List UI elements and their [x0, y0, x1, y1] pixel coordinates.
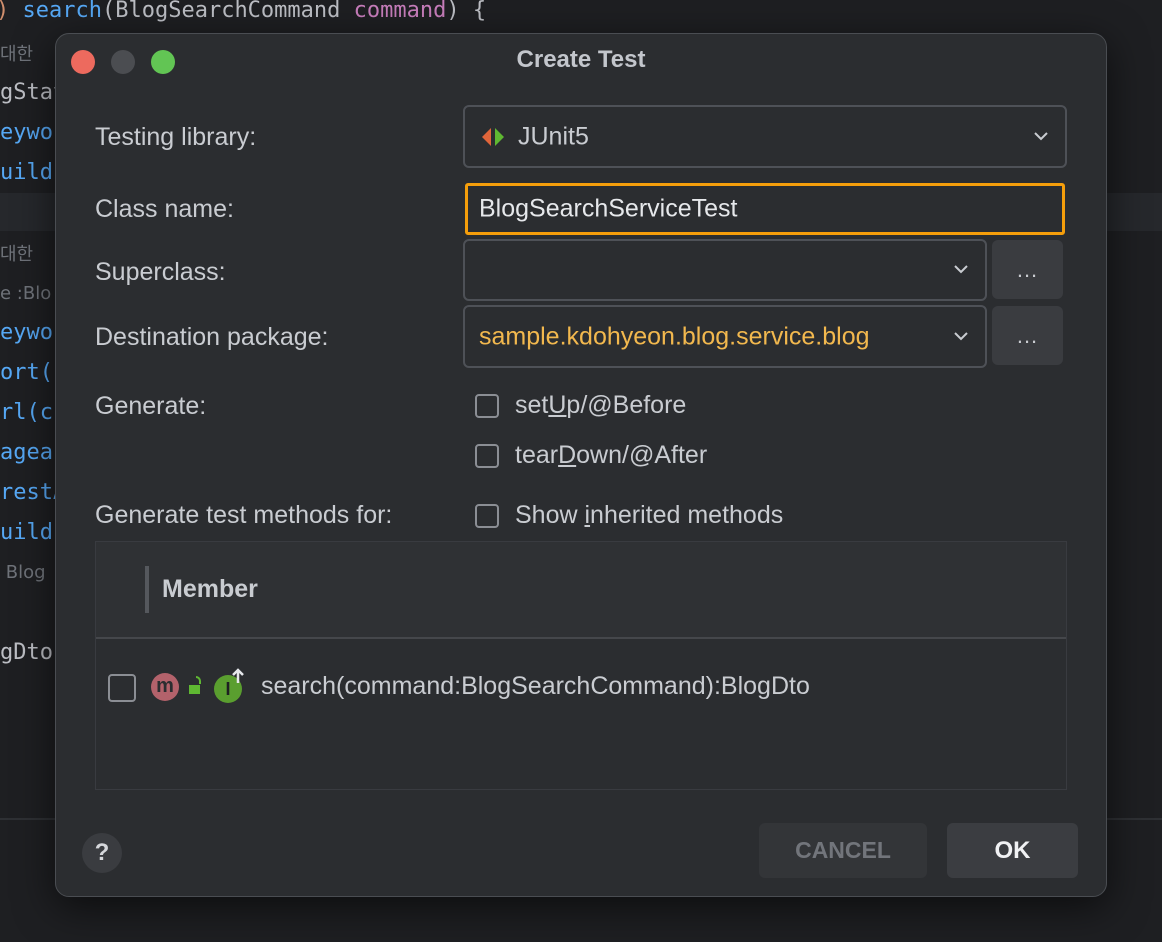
show-inherited-label[interactable]: Show inherited methods	[515, 501, 783, 530]
chevron-down-icon	[953, 328, 969, 346]
dialog-title: Create Test	[516, 46, 646, 73]
testing-library-combobox[interactable]: JUnit5	[463, 105, 1067, 168]
setup-checkbox-label[interactable]: setUp/@Before	[515, 391, 686, 420]
superclass-label: Superclass:	[95, 258, 226, 286]
chevron-down-icon	[1033, 128, 1049, 146]
teardown-checkbox-label[interactable]: tearDown/@After	[515, 441, 707, 470]
code-fragment: eywo	[0, 120, 53, 145]
create-test-dialog: Create Test Testing library: JUnit5 Clas…	[55, 33, 1107, 897]
code-fragment: gDto	[0, 640, 53, 665]
table-row[interactable]: m I search(command:BlogSearchCommand):Bl…	[96, 662, 1066, 712]
column-separator[interactable]	[145, 566, 149, 613]
destination-package-value: sample.kdohyeon.blog.service.blog	[479, 322, 870, 350]
code-fragment: ort(	[0, 360, 53, 385]
code-fragment: e :Blo	[0, 283, 52, 304]
code-fragment: 대한	[0, 44, 39, 65]
ok-button[interactable]: OK	[947, 823, 1078, 878]
destination-package-label: Destination package:	[95, 323, 329, 351]
code-fragment: rl(c	[0, 400, 53, 425]
teardown-checkbox[interactable]	[475, 444, 499, 468]
implements-interface-icon: I	[214, 668, 244, 703]
class-name-input[interactable]: BlogSearchServiceTest	[465, 183, 1065, 235]
superclass-browse-button[interactable]: ...	[992, 240, 1063, 299]
chevron-down-icon	[953, 261, 969, 279]
junit-icon	[481, 127, 507, 152]
code-fragment: 대한	[0, 244, 39, 265]
class-name-value: BlogSearchServiceTest	[479, 194, 738, 223]
cancel-button[interactable]: CANCEL	[759, 823, 927, 878]
code-fragment: uild	[0, 160, 53, 185]
testing-library-label: Testing library:	[95, 123, 257, 151]
method-icon: m	[151, 673, 179, 701]
code-fragment: Blog	[0, 562, 46, 583]
destination-package-combobox[interactable]: sample.kdohyeon.blog.service.blog	[463, 305, 987, 368]
code-fragment: uild	[0, 520, 53, 545]
code-fragment: eywo	[0, 320, 53, 345]
member-table: Member m I search(command:BlogSearchComm…	[95, 541, 1067, 790]
class-name-label: Class name:	[95, 195, 234, 223]
setup-checkbox[interactable]	[475, 394, 499, 418]
member-signature: search(command:BlogSearchCommand):BlogDt…	[261, 672, 810, 700]
member-table-header: Member	[96, 542, 1066, 639]
generate-methods-label: Generate test methods for:	[95, 501, 393, 529]
destination-browse-button[interactable]: ...	[992, 306, 1063, 365]
member-checkbox[interactable]	[108, 674, 136, 702]
help-button[interactable]: ?	[82, 833, 122, 873]
member-column-header[interactable]: Member	[162, 575, 258, 604]
generate-label: Generate:	[95, 392, 207, 420]
show-inherited-checkbox[interactable]	[475, 504, 499, 528]
superclass-combobox[interactable]	[463, 239, 987, 301]
testing-library-value: JUnit5	[518, 122, 589, 150]
code-line-search: ) search(BlogSearchCommand command) {	[0, 0, 487, 23]
public-lock-icon	[187, 675, 205, 702]
